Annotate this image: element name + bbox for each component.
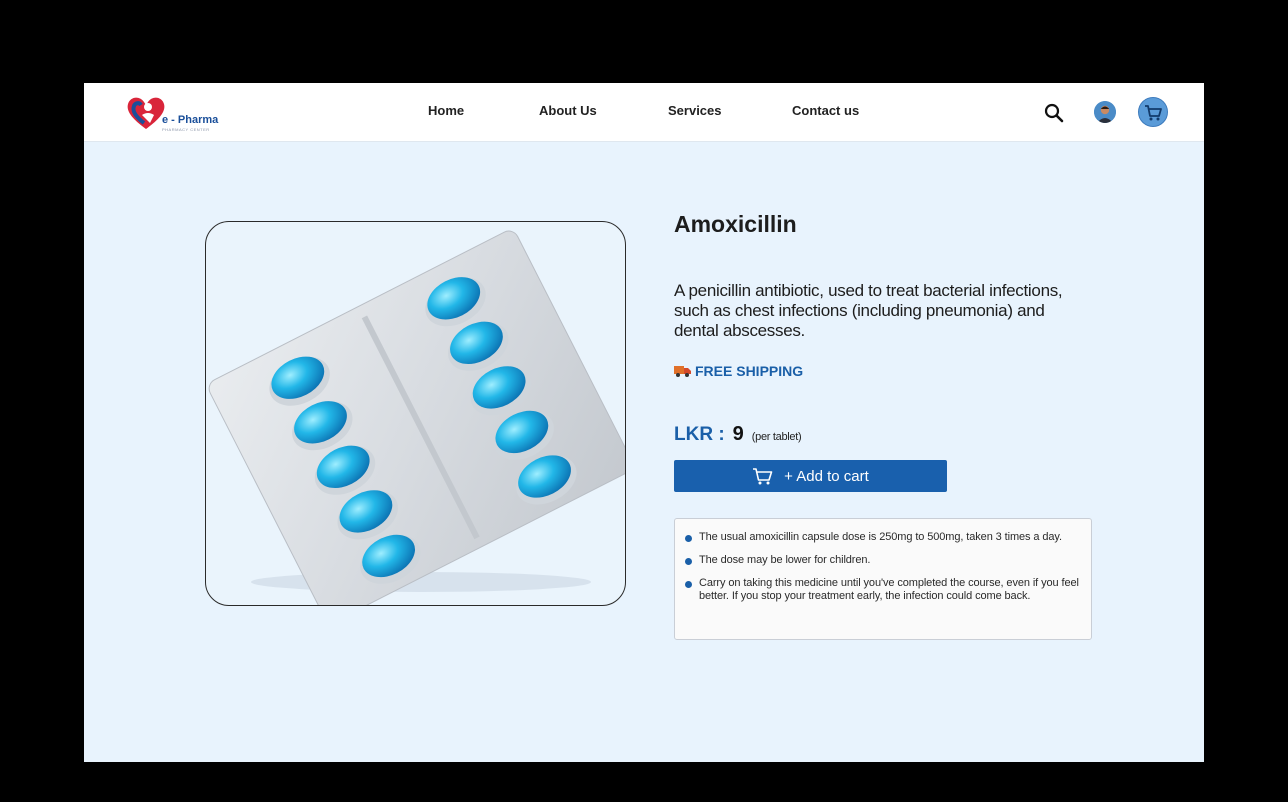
add-to-cart-button[interactable]: + Add to cart: [674, 460, 947, 492]
search-button[interactable]: [1042, 101, 1066, 125]
search-icon: [1044, 103, 1064, 123]
price-value: 9: [732, 423, 744, 445]
navbar: e - Pharma PHARMACY CENTER Home About Us…: [84, 83, 1204, 142]
cart-icon: [753, 468, 773, 485]
product-image: [205, 221, 626, 606]
dosage-notes: The usual amoxicillin capsule dose is 25…: [685, 531, 1081, 603]
product-title: Amoxicillin: [674, 211, 797, 237]
nav-about-us[interactable]: About Us: [539, 103, 597, 118]
logo[interactable]: e - Pharma PHARMACY CENTER: [124, 93, 234, 133]
cart-icon: [1145, 105, 1162, 121]
dosage-note: The usual amoxicillin capsule dose is 25…: [685, 531, 1081, 544]
user-avatar[interactable]: [1094, 101, 1116, 123]
nav-services[interactable]: Services: [668, 103, 722, 118]
user-icon: [1094, 101, 1116, 123]
blister-pack-image: [208, 230, 625, 605]
price-currency: LKR :: [674, 424, 725, 445]
product-description: A penicillin antibiotic, used to treat b…: [674, 281, 1063, 340]
shipping-label: FREE SHIPPING: [695, 363, 804, 379]
brand-name: e - Pharma: [162, 114, 219, 126]
dosage-info-box: The usual amoxicillin capsule dose is 25…: [674, 518, 1092, 640]
add-to-cart-label: + Add to cart: [784, 467, 869, 485]
dosage-note: The dose may be lower for children.: [685, 554, 1081, 567]
brand-tagline: PHARMACY CENTER: [162, 127, 210, 132]
truck-icon: [674, 366, 691, 377]
free-shipping-badge: FREE SHIPPING: [674, 363, 803, 379]
price-unit: (per tablet): [751, 431, 802, 443]
dosage-note: Carry on taking this medicine until you'…: [685, 577, 1081, 603]
page-frame: e - Pharma PHARMACY CENTER Home About Us…: [84, 83, 1204, 762]
nav-contact-us[interactable]: Contact us: [792, 103, 859, 118]
nav-home[interactable]: Home: [428, 103, 464, 118]
cart-button[interactable]: [1138, 97, 1168, 127]
price: LKR : 9 (per tablet): [674, 423, 802, 446]
